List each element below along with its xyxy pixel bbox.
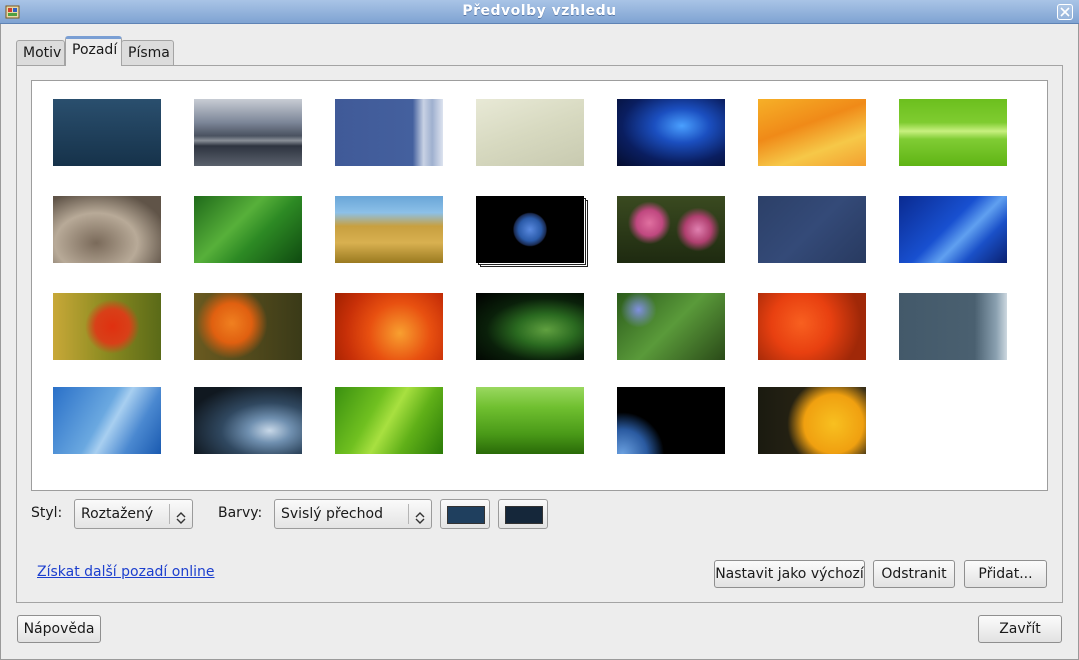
secondary-color-button[interactable] xyxy=(498,499,548,529)
colors-value: Svislý přechod xyxy=(281,506,383,522)
wallpaper-thumbnail[interactable] xyxy=(194,387,302,454)
wallpaper-thumbnail[interactable] xyxy=(758,293,866,360)
wallpaper-thumbnail[interactable] xyxy=(335,99,443,166)
tab-pisma[interactable]: Písma xyxy=(121,40,174,66)
set-default-button[interactable]: Nastavit jako výchozí xyxy=(714,560,865,588)
wallpaper-thumbnail[interactable] xyxy=(53,99,161,166)
up-down-arrows-icon xyxy=(175,507,187,524)
wallpaper-thumbnail[interactable] xyxy=(194,196,302,263)
wallpaper-thumbnail[interactable] xyxy=(335,196,443,263)
wallpaper-thumbnail[interactable] xyxy=(476,99,584,166)
wallpaper-thumbnail[interactable] xyxy=(53,387,161,454)
style-value: Roztažený xyxy=(81,506,154,522)
wallpaper-thumbnail[interactable] xyxy=(899,99,1007,166)
wallpaper-thumbnail[interactable] xyxy=(335,387,443,454)
wallpaper-thumbnail[interactable] xyxy=(899,196,1007,263)
wallpaper-thumbnail[interactable] xyxy=(758,99,866,166)
wallpaper-thumbnail[interactable] xyxy=(899,293,1007,360)
wallpaper-thumbnail-folder[interactable] xyxy=(476,196,588,267)
wallpaper-grid[interactable] xyxy=(31,80,1048,491)
wallpaper-thumbnail[interactable] xyxy=(617,196,725,263)
wallpaper-thumbnail[interactable] xyxy=(194,293,302,360)
remove-button[interactable]: Odstranit xyxy=(873,560,955,588)
close-button[interactable]: Zavřít xyxy=(978,615,1062,643)
help-button[interactable]: Nápověda xyxy=(17,615,101,643)
more-backgrounds-link[interactable]: Získat další pozadí online xyxy=(37,564,214,580)
tab-motiv[interactable]: Motiv xyxy=(16,40,65,66)
tab-pozadi[interactable]: Pozadí xyxy=(65,36,122,66)
wallpaper-thumbnail[interactable] xyxy=(617,293,725,360)
colors-label: Barvy: xyxy=(218,505,263,521)
wallpaper-thumbnail[interactable] xyxy=(53,293,161,360)
wallpaper-thumbnail[interactable] xyxy=(335,293,443,360)
wallpaper-thumbnail[interactable] xyxy=(476,293,584,360)
wallpaper-thumbnail[interactable] xyxy=(476,387,584,454)
primary-color-swatch xyxy=(447,506,485,524)
wallpaper-thumbnail-selected[interactable] xyxy=(603,88,739,177)
add-button[interactable]: Přidat... xyxy=(964,560,1047,588)
window-title: Předvolby vzhledu xyxy=(462,3,617,19)
secondary-color-swatch xyxy=(505,506,543,524)
wallpaper-thumbnail[interactable] xyxy=(758,387,866,454)
style-combobox[interactable]: Roztažený xyxy=(74,499,193,529)
primary-color-button[interactable] xyxy=(440,499,490,529)
wallpaper-thumbnail[interactable] xyxy=(194,99,302,166)
wallpaper-thumbnail[interactable] xyxy=(53,196,161,263)
wallpaper-thumbnail[interactable] xyxy=(758,196,866,263)
style-label: Styl: xyxy=(31,505,63,521)
close-window-button[interactable] xyxy=(1057,4,1073,20)
title-bar: Předvolby vzhledu xyxy=(0,0,1079,24)
colors-combobox[interactable]: Svislý přechod xyxy=(274,499,432,529)
up-down-arrows-icon xyxy=(414,507,426,524)
wallpaper-thumbnail[interactable] xyxy=(617,387,725,454)
